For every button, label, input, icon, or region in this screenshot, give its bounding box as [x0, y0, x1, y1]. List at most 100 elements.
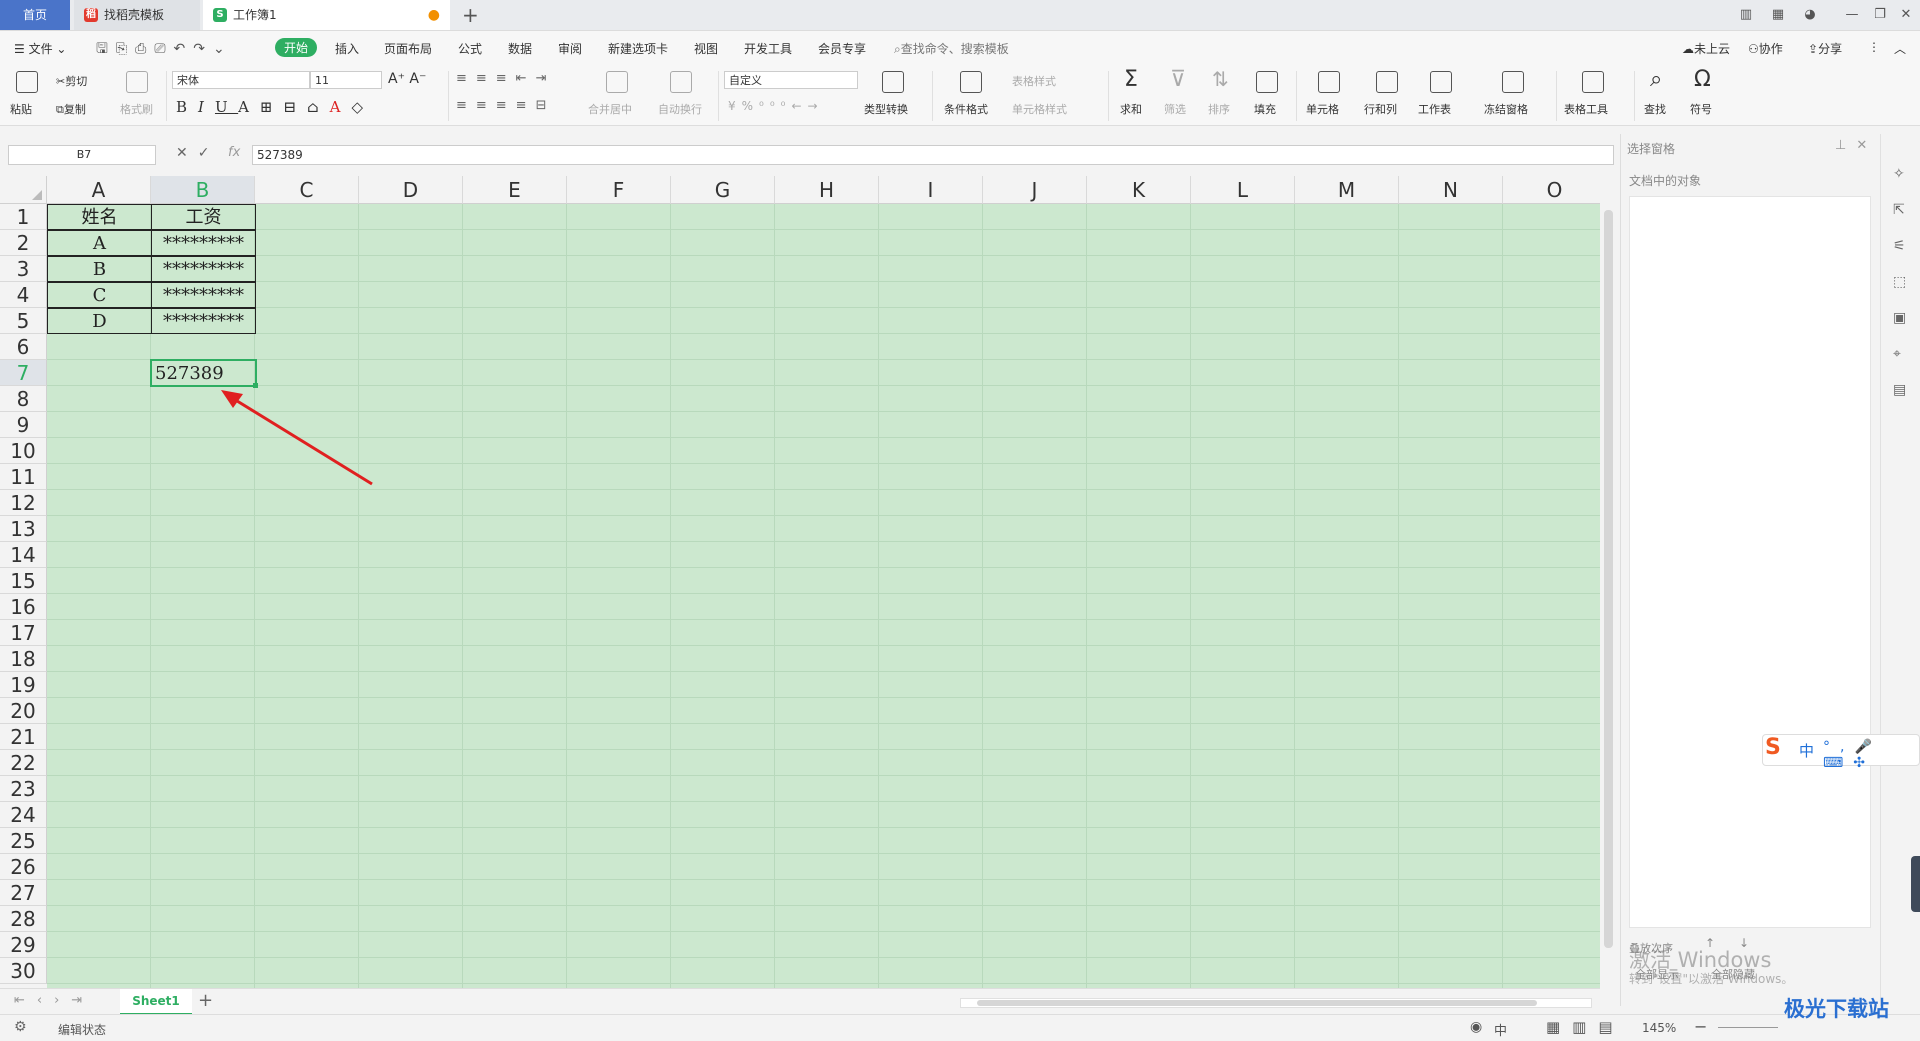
row-header-5[interactable]: 5	[0, 308, 47, 334]
layout-icon[interactable]: ▥	[1736, 6, 1756, 24]
collapse-ribbon-icon[interactable]: ︿	[1894, 40, 1906, 57]
font-select[interactable]: 宋体	[172, 71, 310, 89]
row-header-2[interactable]: 2	[0, 230, 47, 256]
row-header-21[interactable]: 21	[0, 724, 47, 750]
row-header-4[interactable]: 4	[0, 282, 47, 308]
worksheet-button[interactable]: 工作表	[1418, 101, 1451, 117]
zoom-level[interactable]: 145%	[1642, 1021, 1676, 1035]
zoom-out-icon[interactable]: −	[1694, 1017, 1707, 1036]
column-header-d[interactable]: D	[359, 176, 463, 204]
row-header-20[interactable]: 20	[0, 698, 47, 724]
select-icon[interactable]: ⇱	[1893, 202, 1905, 218]
menu-view[interactable]: 视图	[694, 40, 718, 57]
cell-b7-selected[interactable]: 527389	[150, 359, 257, 387]
add-sheet-icon[interactable]: +	[198, 990, 213, 1011]
cell-style-button[interactable]: 单元格样式	[1012, 101, 1067, 117]
cell-a3[interactable]: B	[47, 256, 152, 282]
input-lang-status[interactable]: 中	[1494, 1020, 1507, 1039]
command-search[interactable]: ⌕查找命令、搜索模板	[894, 40, 1009, 57]
column-header-f[interactable]: F	[567, 176, 671, 204]
paste-button[interactable]: 粘贴	[10, 101, 32, 117]
vertical-scroll-thumb[interactable]	[1604, 210, 1613, 948]
cell-a5[interactable]: D	[47, 308, 152, 334]
row-header-18[interactable]: 18	[0, 646, 47, 672]
book-icon[interactable]: ▤	[1893, 382, 1906, 398]
horizontal-scrollbar[interactable]	[960, 998, 1592, 1008]
new-tab-icon[interactable]: +	[462, 3, 479, 27]
menu-member[interactable]: 会员专享	[818, 40, 866, 57]
number-format-select[interactable]: 自定义	[724, 71, 858, 89]
font-style-buttons[interactable]: BIUA⊞⊟⌂A◇	[176, 98, 374, 116]
macro-icon[interactable]: ⚙	[14, 1019, 27, 1035]
cell-b2[interactable]: *********	[151, 230, 256, 256]
cell-button[interactable]: 单元格	[1306, 101, 1339, 117]
row-header-13[interactable]: 13	[0, 516, 47, 542]
type-convert-button[interactable]: 类型转换	[864, 101, 908, 117]
formula-input[interactable]: 527389	[252, 145, 1614, 165]
eye-protect-icon[interactable]: ◉	[1470, 1019, 1482, 1035]
row-header-23[interactable]: 23	[0, 776, 47, 802]
symbol-button[interactable]: 符号	[1690, 101, 1712, 117]
row-col-button[interactable]: 行和列	[1364, 101, 1397, 117]
row-header-27[interactable]: 27	[0, 880, 47, 906]
image-icon[interactable]: ▣	[1893, 310, 1906, 326]
menu-new-tab[interactable]: 新建选项卡	[608, 40, 668, 57]
ime-toolbar[interactable]: S 中 °,🎤⌨✣	[1762, 734, 1920, 771]
shape-icon[interactable]: ⬚	[1893, 274, 1906, 290]
minimize-icon[interactable]: —	[1842, 6, 1862, 24]
more-icon[interactable]: ⋮	[1868, 40, 1880, 54]
name-box[interactable]: B7	[8, 145, 156, 165]
cell-a1[interactable]: 姓名	[47, 204, 152, 230]
selection-pane-title[interactable]: 选择窗格	[1627, 140, 1675, 157]
select-all-corner[interactable]	[0, 176, 47, 204]
row-header-10[interactable]: 10	[0, 438, 47, 464]
freeze-panes-button[interactable]: 冻结窗格	[1484, 101, 1528, 117]
apps-grid-icon[interactable]: ▦	[1768, 6, 1788, 24]
row-header-15[interactable]: 15	[0, 568, 47, 594]
cell-b4[interactable]: *********	[151, 282, 256, 308]
format-painter-button[interactable]: 格式刷	[120, 101, 153, 117]
row-header-12[interactable]: 12	[0, 490, 47, 516]
share-button[interactable]: ⇪分享	[1808, 40, 1842, 57]
cell-a2[interactable]: A	[47, 230, 152, 256]
fx-icon[interactable]: fx	[228, 145, 240, 160]
column-header-j[interactable]: J	[983, 176, 1087, 204]
column-header-k[interactable]: K	[1087, 176, 1191, 204]
sort-button[interactable]: 排序	[1208, 101, 1230, 117]
row-header-22[interactable]: 22	[0, 750, 47, 776]
avatar[interactable]: ◕	[1800, 6, 1820, 24]
menu-developer[interactable]: 开发工具	[744, 40, 792, 57]
side-handle[interactable]	[1911, 856, 1920, 912]
ime-tool-icons[interactable]: °,🎤⌨✣	[1823, 739, 1919, 771]
view-mode-icons[interactable]: ▦▥▤	[1546, 1018, 1625, 1036]
menu-insert[interactable]: 插入	[335, 40, 359, 57]
menu-formula[interactable]: 公式	[458, 40, 482, 57]
paste-icon[interactable]	[16, 71, 38, 93]
horizontal-scroll-thumb[interactable]	[977, 1000, 1537, 1006]
column-header-n[interactable]: N	[1399, 176, 1503, 204]
ime-lang[interactable]: 中	[1799, 740, 1814, 761]
number-format-icons[interactable]: ¥%⁰⁰⁰←→	[728, 99, 824, 113]
table-style-button[interactable]: 表格样式	[1012, 73, 1056, 89]
menu-page-layout[interactable]: 页面布局	[384, 40, 432, 57]
filter-button[interactable]: 筛选	[1164, 101, 1186, 117]
align-top-icons[interactable]: ≡≡≡⇤⇥	[456, 71, 555, 86]
cut-button[interactable]: ✂剪切	[56, 73, 87, 89]
align-horizontal-icons[interactable]: ≡≡≡≡⊟	[456, 98, 555, 113]
zoom-slider[interactable]	[1718, 1027, 1778, 1028]
column-header-m[interactable]: M	[1295, 176, 1399, 204]
sheet-tab-sheet1[interactable]: Sheet1	[120, 989, 192, 1015]
row-header-6[interactable]: 6	[0, 334, 47, 360]
tab-home[interactable]: 首页	[0, 0, 70, 30]
menu-start[interactable]: 开始	[275, 38, 318, 57]
tab-template[interactable]: 稻 找稻壳模板	[74, 0, 200, 30]
row-header-30[interactable]: 30	[0, 958, 47, 984]
vertical-scrollbar[interactable]	[1600, 176, 1618, 988]
column-header-b[interactable]: B	[151, 176, 255, 204]
cell-b1[interactable]: 工资	[151, 204, 256, 230]
column-header-l[interactable]: L	[1191, 176, 1295, 204]
restore-icon[interactable]: ❐	[1870, 6, 1890, 24]
cell-a4[interactable]: C	[47, 282, 152, 308]
column-header-i[interactable]: I	[879, 176, 983, 204]
menu-file[interactable]: ☰ 文件 ⌄	[14, 40, 66, 57]
